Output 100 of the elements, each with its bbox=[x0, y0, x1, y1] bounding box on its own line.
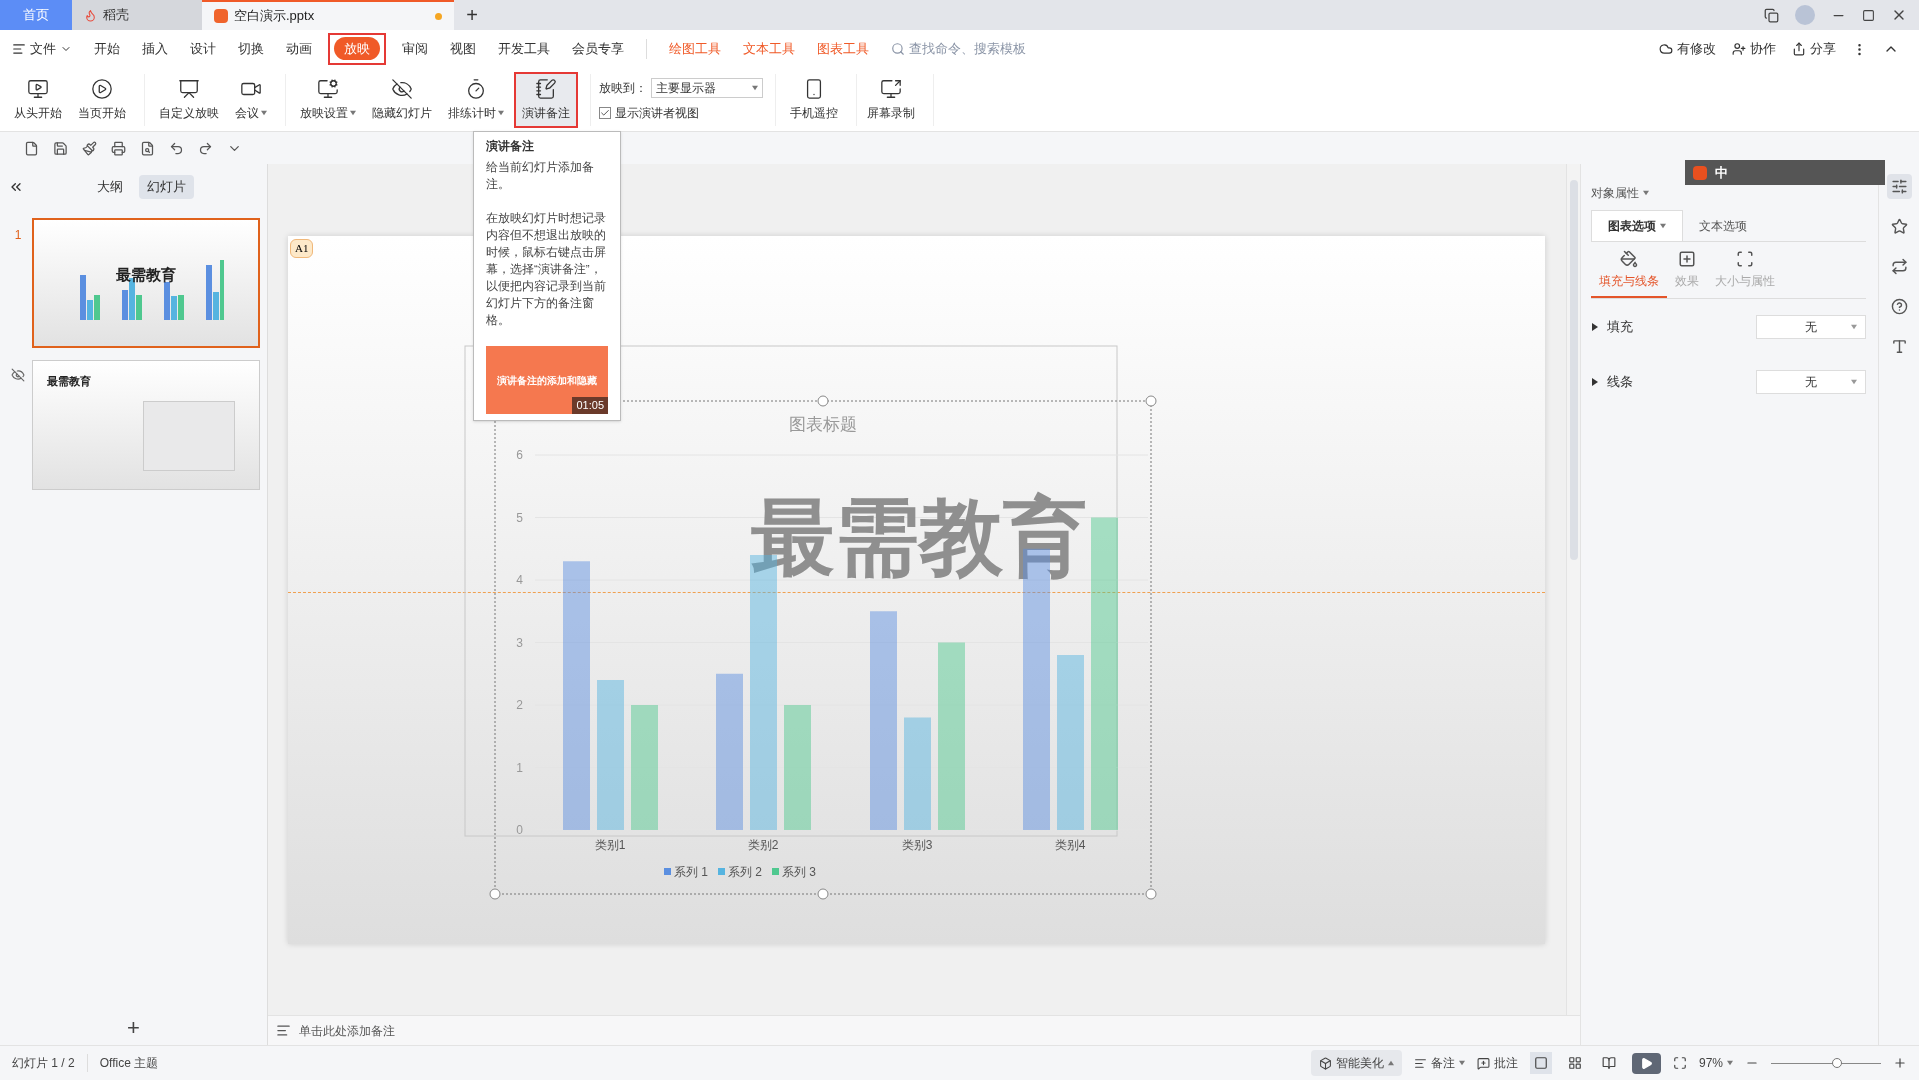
selection-handle[interactable] bbox=[1145, 395, 1157, 407]
sliders-icon[interactable] bbox=[1890, 178, 1908, 195]
cube-icon bbox=[1318, 1056, 1332, 1070]
field-label: 放映到： bbox=[599, 79, 647, 97]
selection-handle[interactable] bbox=[489, 888, 501, 900]
brush-icon[interactable] bbox=[82, 140, 97, 156]
notebook-icon bbox=[535, 77, 557, 100]
selection-handle[interactable] bbox=[817, 888, 829, 900]
menu-tab[interactable]: 会员专享 bbox=[566, 33, 630, 65]
category-label: 类别3 bbox=[901, 838, 933, 852]
title-tab[interactable]: 空白演示.pptx bbox=[202, 0, 454, 30]
caret-icon bbox=[1387, 1060, 1394, 1066]
preview-icon[interactable] bbox=[140, 140, 155, 156]
category-label: 类别2 bbox=[747, 838, 779, 852]
video-title: 演讲备注的添加和隐藏 bbox=[497, 373, 597, 388]
panel-tab[interactable]: 文本选项 bbox=[1683, 210, 1763, 241]
menu-tab[interactable]: 动画 bbox=[280, 33, 318, 65]
menu-tab[interactable]: 设计 bbox=[184, 33, 222, 65]
file-menu[interactable]: 文件 bbox=[12, 39, 72, 59]
tool-tab[interactable]: 文本工具 bbox=[743, 39, 795, 59]
comments-button[interactable]: 批注 bbox=[1476, 1054, 1518, 1072]
slide-thumbnail[interactable]: 最需教育 bbox=[32, 218, 260, 348]
panel-tab[interactable]: 幻灯片 bbox=[139, 175, 194, 199]
axis-tick-label: 1 bbox=[516, 760, 523, 775]
caret-icon bbox=[752, 84, 758, 91]
panel-tab[interactable]: 图表选项 bbox=[1591, 210, 1683, 241]
help-icon[interactable] bbox=[1890, 298, 1908, 315]
menu-tab[interactable]: 开始 bbox=[88, 33, 126, 65]
ribbon-button[interactable]: 放映设置 bbox=[294, 71, 362, 128]
menu-tab[interactable]: 插入 bbox=[136, 33, 174, 65]
window-switch-icon[interactable] bbox=[1764, 7, 1779, 23]
screen-record-icon bbox=[880, 77, 902, 100]
action-button[interactable]: 分享 bbox=[1792, 39, 1836, 59]
tooltip-text: 在放映幻灯片时想记录内容但不想退出放映的时候，鼠标右键点击屏幕，选择“演讲备注”，以便把内容记录到当前幻灯片下方的备注窗格。 bbox=[486, 211, 607, 328]
ribbon-button[interactable]: 屏幕录制 bbox=[861, 71, 921, 128]
panel-title[interactable]: 对象属性 bbox=[1591, 184, 1649, 202]
presenter-view-checkbox[interactable]: 显示演讲者视图 bbox=[599, 103, 763, 122]
property-tab[interactable]: 填充与线条 bbox=[1591, 250, 1667, 298]
slide-counter: 幻灯片 1 / 2 bbox=[12, 1054, 88, 1072]
user-plus-icon bbox=[1732, 42, 1746, 56]
video-thumbnail[interactable]: 演讲备注的添加和隐藏 01:05 bbox=[486, 346, 608, 414]
notes-field[interactable]: 单击此处添加备注 bbox=[299, 1021, 395, 1040]
display-dropdown[interactable]: 主要显示器 bbox=[651, 77, 763, 98]
play-button[interactable] bbox=[1631, 1052, 1661, 1074]
slide-thumbnail[interactable]: 最需教育 bbox=[32, 360, 260, 490]
title-tab[interactable]: 稻壳 bbox=[72, 0, 202, 30]
menu-tab[interactable]: 开发工具 bbox=[492, 33, 556, 65]
normal-view-icon[interactable] bbox=[1529, 1052, 1552, 1074]
zoom-level[interactable]: 97% bbox=[1698, 1054, 1733, 1072]
property-dropdown[interactable]: 无 bbox=[1756, 369, 1866, 394]
maximize-icon[interactable] bbox=[1862, 8, 1875, 22]
zoom-slider[interactable] bbox=[1771, 1056, 1881, 1070]
zoom-in-icon[interactable] bbox=[1893, 1056, 1907, 1070]
menu-tab[interactable]: 视图 bbox=[444, 33, 482, 65]
notes-button[interactable]: 备注 bbox=[1413, 1054, 1465, 1072]
ribbon-button[interactable]: 从头开始 bbox=[8, 71, 68, 128]
repeat-icon[interactable] bbox=[1890, 258, 1908, 275]
print-icon[interactable] bbox=[111, 140, 126, 156]
selection-handle[interactable] bbox=[1145, 888, 1157, 900]
new-tab-button[interactable]: + bbox=[454, 0, 490, 30]
property-dropdown[interactable]: 无 bbox=[1756, 314, 1866, 339]
ribbon-button[interactable]: 当页开始 bbox=[72, 71, 132, 128]
axis-tick-label: 4 bbox=[516, 573, 523, 587]
play-screen-icon bbox=[27, 77, 49, 100]
tooltip-title: 演讲备注 bbox=[486, 138, 535, 154]
ribbon-button[interactable]: 自定义放映 bbox=[153, 71, 225, 128]
new-file-icon[interactable] bbox=[24, 140, 39, 156]
ime-mode[interactable]: 中 bbox=[1715, 162, 1728, 183]
beautify-button[interactable]: 智能美化 bbox=[1310, 1050, 1402, 1076]
star-icon[interactable] bbox=[1890, 218, 1908, 235]
menu-tab[interactable]: 审阅 bbox=[396, 33, 434, 65]
caret-icon bbox=[1458, 1060, 1465, 1066]
tooltip-text: 给当前幻灯片添加备注。 bbox=[486, 160, 595, 192]
legend-swatch bbox=[664, 868, 671, 875]
panel-tab[interactable]: 大纲 bbox=[89, 175, 131, 199]
tool-tab[interactable]: 绘图工具 bbox=[669, 39, 721, 59]
undo-icon[interactable] bbox=[169, 140, 184, 156]
caret-icon bbox=[1851, 323, 1857, 330]
save-icon[interactable] bbox=[53, 140, 68, 156]
dashed-square-icon bbox=[1736, 250, 1754, 268]
add-slide-button[interactable]: + bbox=[0, 1009, 267, 1045]
ribbon-button[interactable]: 手机遥控 bbox=[784, 71, 844, 128]
tool-tab[interactable]: 图表工具 bbox=[817, 39, 869, 59]
caret-icon[interactable] bbox=[1591, 377, 1599, 386]
fit-icon[interactable] bbox=[1672, 1056, 1687, 1070]
ribbon-button[interactable]: 会议 bbox=[229, 71, 273, 128]
action-button[interactable]: 有修改 bbox=[1659, 39, 1716, 59]
comment-badge[interactable]: A1 bbox=[290, 239, 314, 258]
redo-icon[interactable] bbox=[198, 140, 213, 156]
selection-handle[interactable] bbox=[817, 395, 829, 407]
caret-icon[interactable] bbox=[1591, 322, 1599, 331]
caret-icon bbox=[261, 109, 267, 116]
text-icon[interactable] bbox=[1890, 338, 1908, 355]
ribbon-button[interactable]: 演讲备注 bbox=[514, 71, 578, 128]
ribbon-button[interactable]: 隐藏幻灯片 bbox=[366, 71, 438, 128]
ribbon-button[interactable]: 排练计时 bbox=[442, 71, 510, 128]
menu-tab[interactable]: 切换 bbox=[232, 33, 270, 65]
property-label: 线条 bbox=[1607, 372, 1633, 391]
action-button[interactable]: 协作 bbox=[1732, 39, 1776, 59]
timer-icon bbox=[465, 77, 487, 100]
